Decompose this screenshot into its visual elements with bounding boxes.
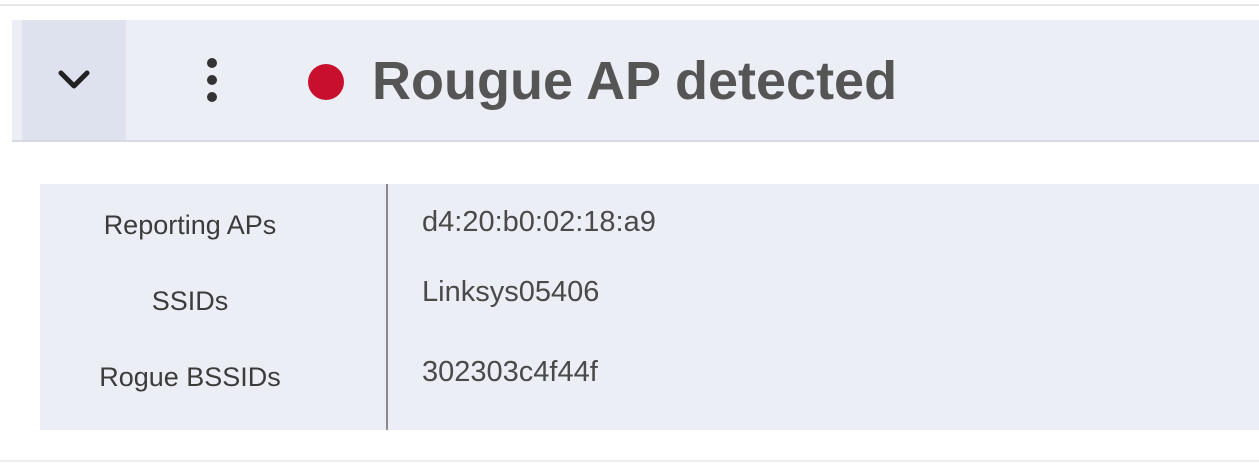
rogue-bssids-value: 302303c4f44f	[422, 356, 598, 388]
more-vertical-icon	[207, 58, 217, 102]
rogue-bssids-label: Rogue BSSIDs	[99, 362, 281, 392]
collapse-button[interactable]	[22, 20, 126, 140]
ssids-value: Linksys05406	[422, 276, 600, 308]
alert-header: Rougue AP detected	[12, 20, 1259, 142]
chevron-down-icon	[58, 70, 90, 89]
bottom-divider	[0, 460, 1259, 462]
alert-details-panel: Reporting APs SSIDs Rogue BSSIDs d4:20:b…	[40, 184, 1259, 430]
reporting-aps-value: d4:20:b0:02:18:a9	[422, 206, 656, 238]
reporting-aps-label: Reporting APs	[103, 210, 277, 240]
status-dot-icon	[308, 64, 344, 100]
ssids-label: SSIDs	[151, 286, 229, 316]
top-divider	[0, 4, 1259, 6]
more-options-button[interactable]	[192, 20, 232, 140]
details-divider	[386, 184, 388, 430]
alert-title: Rougue AP detected	[372, 51, 898, 111]
